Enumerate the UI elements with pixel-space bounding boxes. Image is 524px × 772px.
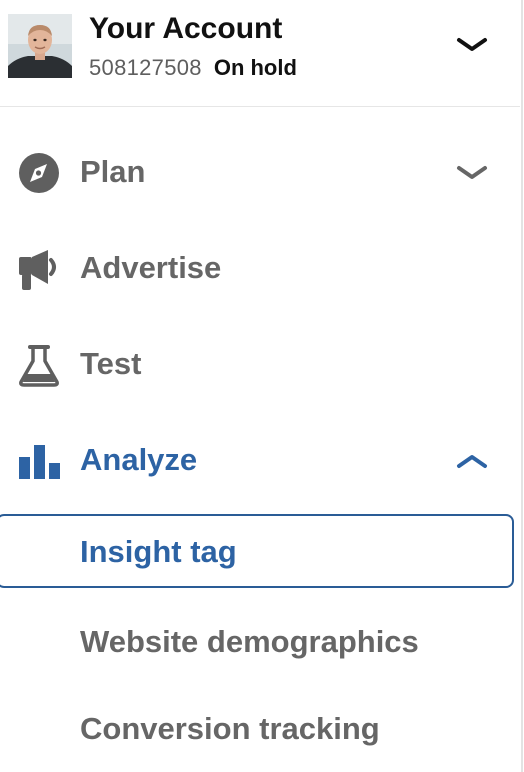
account-title: Your Account	[89, 12, 283, 45]
subnav-item-conversion-tracking[interactable]: Conversion tracking	[0, 691, 520, 767]
compass-icon	[16, 151, 62, 197]
subnav-label-conversion-tracking: Conversion tracking	[80, 711, 380, 746]
nav-item-advertise[interactable]: Advertise	[0, 234, 520, 304]
bar-chart-icon	[16, 439, 62, 485]
user-avatar-photo	[8, 14, 72, 78]
account-id: 508127508	[89, 55, 202, 80]
subnav-item-website-demographics[interactable]: Website demographics	[0, 604, 520, 680]
account-switcher[interactable]: Your Account 508127508 On hold	[0, 0, 520, 107]
nav-item-analyze[interactable]: Analyze	[0, 426, 520, 496]
flask-icon	[16, 343, 62, 389]
nav-label-test: Test	[80, 346, 142, 381]
subnav-label-website-demographics: Website demographics	[80, 624, 419, 659]
nav-item-plan[interactable]: Plan	[0, 138, 520, 208]
chevron-down-icon[interactable]	[452, 160, 492, 186]
avatar	[8, 14, 72, 78]
nav-label-plan: Plan	[80, 154, 146, 189]
subnav-label-insight-tag: Insight tag	[80, 534, 237, 569]
chevron-up-icon[interactable]	[452, 448, 492, 474]
nav-item-test[interactable]: Test	[0, 330, 520, 400]
chevron-down-icon[interactable]	[452, 30, 492, 60]
subnav-item-insight-tag[interactable]: Insight tag	[0, 514, 514, 588]
nav-label-analyze: Analyze	[80, 442, 198, 477]
account-meta: 508127508 On hold	[89, 54, 297, 85]
megaphone-icon	[16, 247, 62, 293]
nav-label-advertise: Advertise	[80, 250, 222, 285]
panel-divider	[521, 0, 523, 772]
account-status-badge: On hold	[213, 55, 297, 80]
